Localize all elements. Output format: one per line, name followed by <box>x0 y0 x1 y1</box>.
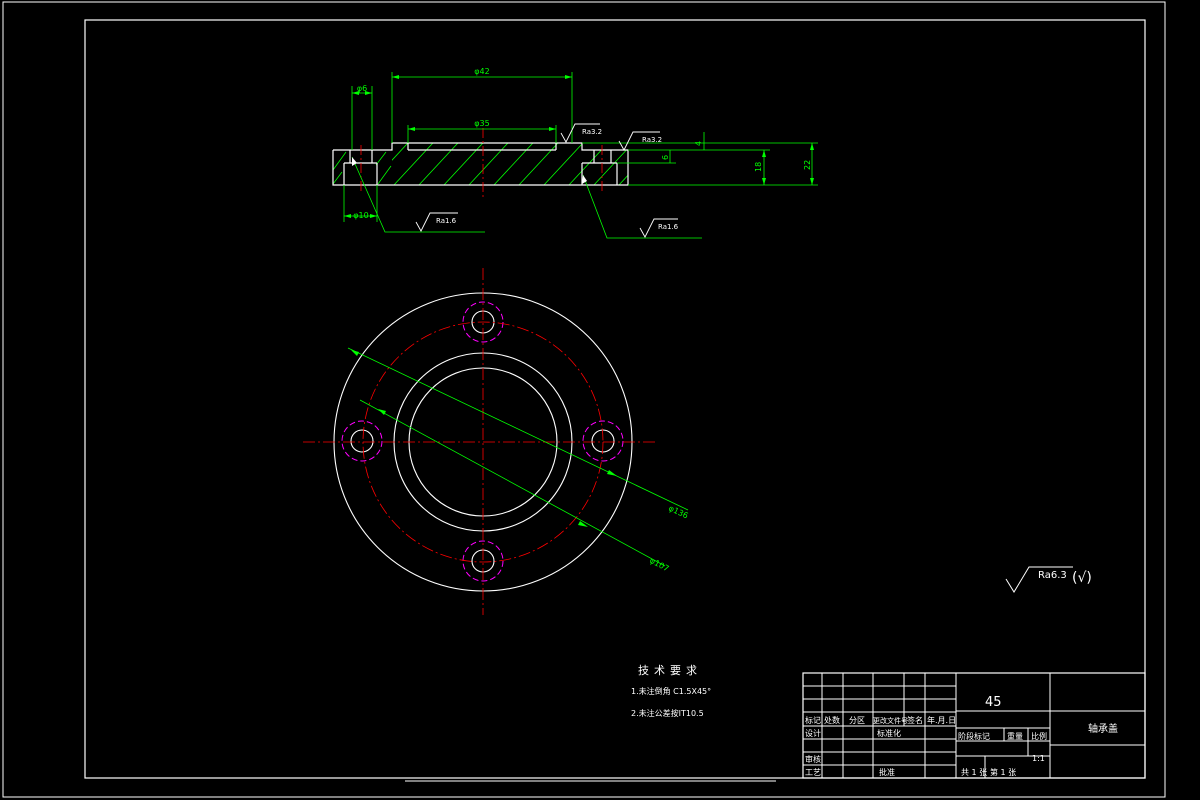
stage-label: 阶段标记 <box>958 731 990 741</box>
designer: 设计 <box>805 728 821 738</box>
head-zone: 分区 <box>849 716 865 725</box>
head-count: 处数 <box>824 715 840 725</box>
dim-h6: 6 <box>661 155 670 160</box>
dim-h18: 18 <box>754 162 763 172</box>
section-arrowheads <box>344 75 814 218</box>
head-mark: 标记 <box>805 715 821 725</box>
weight-label: 重量 <box>1007 731 1023 741</box>
leader-arrowheads <box>352 157 587 184</box>
dim-h4: 4 <box>694 141 703 146</box>
surface-default-label: Ra6.3 <box>1038 570 1067 581</box>
standardize: 标准化 <box>877 728 901 738</box>
plan-view: φ136 φ107 <box>303 268 690 615</box>
roughness-bottom-right: Ra1.6 <box>658 223 679 231</box>
head-sign: 签名 <box>907 715 923 725</box>
roughness-top-right: Ra3.2 <box>642 136 662 144</box>
plan-centerlines <box>303 268 655 615</box>
process: 工艺 <box>805 768 821 777</box>
outer-frame <box>2 1 1166 798</box>
roughness-top-inner: Ra3.2 <box>582 128 602 136</box>
inner-frame <box>84 19 1146 779</box>
hole-center-circles <box>341 301 624 582</box>
scale-value: 1:1 <box>1032 754 1045 763</box>
tech-req-line1: 1.未注倒角 C1.5X45° <box>631 686 711 696</box>
section-hatch <box>391 143 628 185</box>
sheet-frames <box>2 1 1166 798</box>
section-dimensions <box>343 72 818 239</box>
part-name: 轴承盖 <box>1088 722 1118 735</box>
section-centerlines <box>360 128 603 200</box>
tech-req-line2: 2.未注公差按IT10.5 <box>631 708 704 718</box>
approve: 批准 <box>879 767 895 777</box>
head-doc: 更改文件号 <box>873 716 908 725</box>
sheet-number: 第 1 张 <box>990 767 1016 777</box>
dim-d6: φ6 <box>357 84 367 93</box>
scale-label: 比例 <box>1031 731 1047 741</box>
checker: 审核 <box>805 754 821 764</box>
plan-dimension-leaders <box>347 347 689 567</box>
dim-d42: φ42 <box>474 67 489 76</box>
material-label: 45 <box>985 695 1002 710</box>
surface-default: Ra6.3 (√) <box>1005 566 1092 593</box>
tech-requirements: 技术要求 1.未注倒角 C1.5X45° 2.未注公差按IT10.5 <box>631 664 711 718</box>
head-date: 年.月.日 <box>927 715 956 725</box>
section-view: φ42 φ35 φ6 φ10 4 6 18 22 Ra3.2 Ra3.2 Ra1… <box>332 67 818 239</box>
tech-req-title: 技术要求 <box>638 664 702 677</box>
dim-h22: 22 <box>803 160 812 170</box>
plan-arrowheads <box>351 350 617 527</box>
dim-outer-diameter: φ136 <box>667 504 689 521</box>
sheets-total: 共 1 张 <box>961 768 987 777</box>
surface-default-suffix: (√) <box>1072 570 1092 586</box>
dim-bolt-circle: φ107 <box>648 556 670 574</box>
dim-d35: φ35 <box>474 119 489 128</box>
dim-d10: φ10 <box>353 211 368 220</box>
roughness-bottom-left: Ra1.6 <box>436 217 457 225</box>
cad-drawing: φ42 φ35 φ6 φ10 4 6 18 22 Ra3.2 Ra3.2 Ra1… <box>2 1 1166 798</box>
hole-left-outer <box>350 429 374 453</box>
